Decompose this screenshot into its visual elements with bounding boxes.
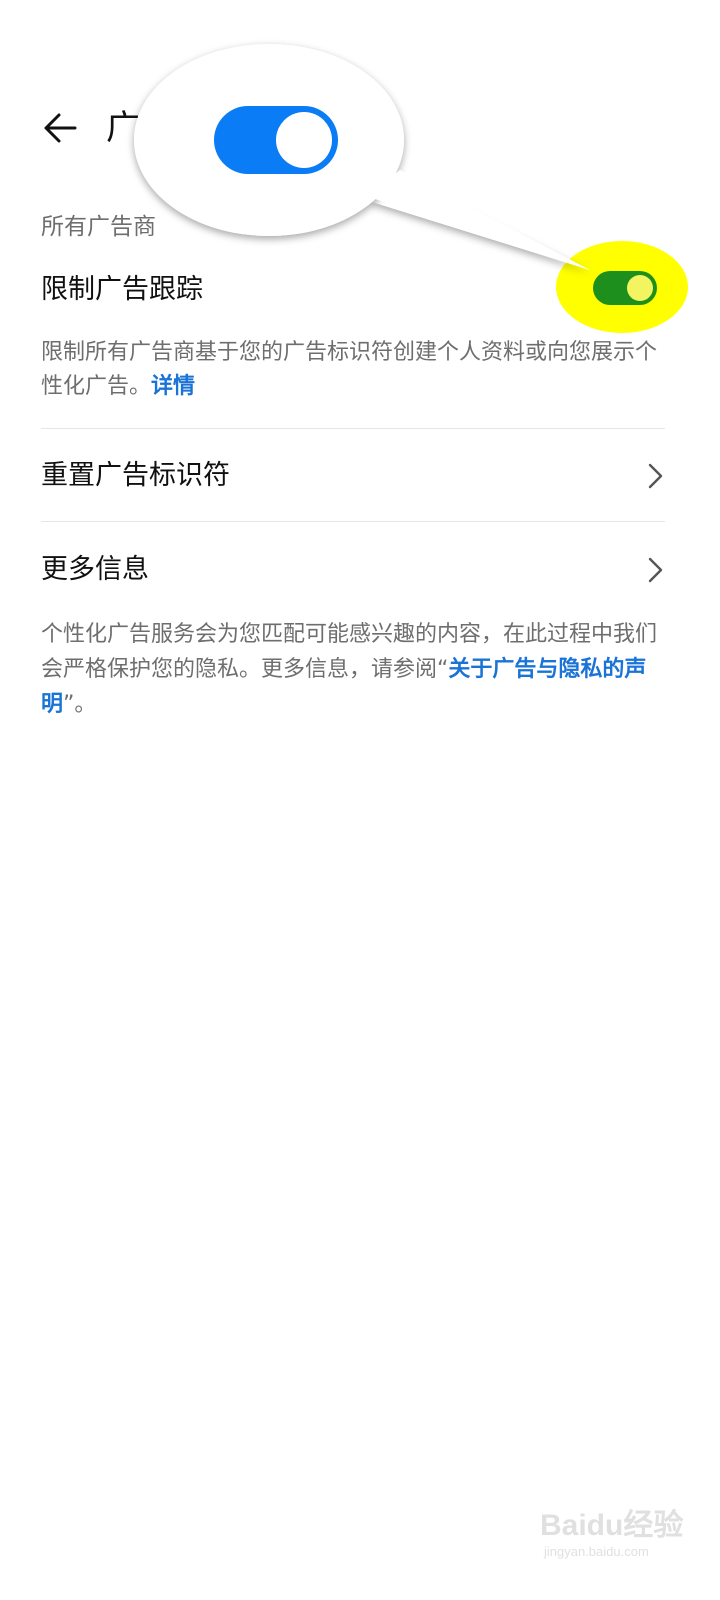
header: 广 [0, 0, 720, 200]
more-info-label: 更多信息 [41, 554, 149, 585]
more-info-row[interactable]: 更多信息 [0, 530, 720, 610]
page-title: 广 [106, 108, 140, 148]
divider [41, 521, 665, 522]
limit-ad-tracking-toggle[interactable] [593, 271, 657, 305]
section-title: 所有广告商 [41, 214, 156, 240]
details-link[interactable]: 详情 [151, 374, 195, 399]
footer-description: 个性化广告服务会为您匹配可能感兴趣的内容，在此过程中我们会严格保护您的隐私。更多… [41, 617, 669, 722]
callout-toggle [214, 106, 338, 174]
arrow-left-icon [44, 113, 77, 143]
footer-text-end: ”。 [63, 692, 97, 717]
description-text: 限制所有广告商基于您的广告标识符创建个人资料或向您展示个性化广告。 [41, 340, 658, 399]
reset-ad-id-label: 重置广告标识符 [41, 460, 230, 491]
limit-ad-tracking-label: 限制广告跟踪 [41, 274, 203, 305]
limit-ad-tracking-description: 限制所有广告商基于您的广告标识符创建个人资料或向您展示个性化广告。详情 [41, 336, 669, 404]
reset-ad-id-row[interactable]: 重置广告标识符 [0, 436, 720, 516]
divider [41, 428, 665, 429]
chevron-right-icon [648, 557, 663, 583]
callout-toggle-knob [276, 112, 332, 168]
baidu-watermark: Baidu经验 jingyan.baidu.com [540, 1492, 690, 1572]
back-button[interactable] [34, 104, 86, 152]
watermark-subtext: jingyan.baidu.com [544, 1544, 649, 1559]
watermark-text: Baidu经验 [540, 1509, 684, 1542]
toggle-knob [627, 275, 653, 301]
chevron-right-icon [648, 463, 663, 489]
